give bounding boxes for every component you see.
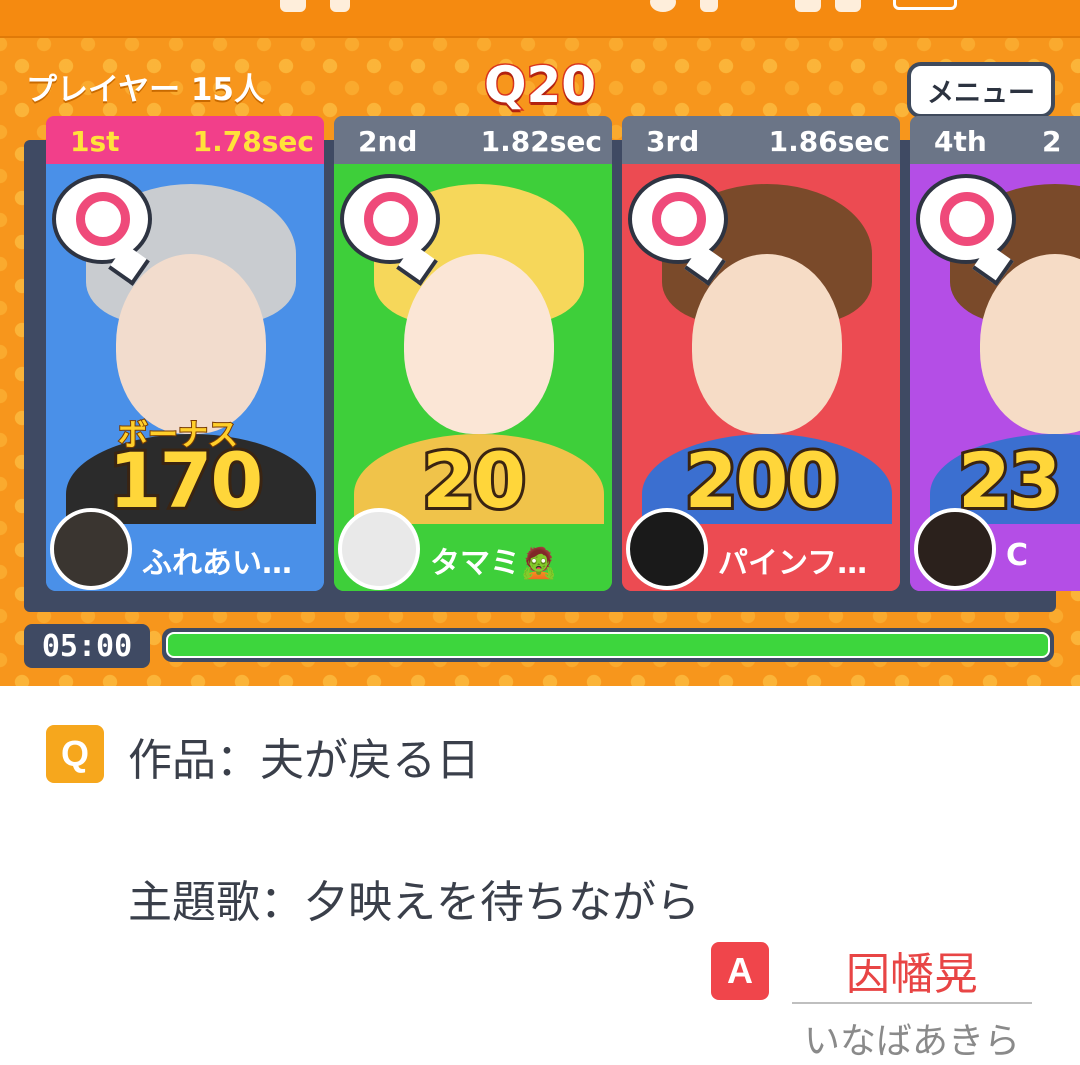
- answer-badge: A: [711, 942, 769, 1000]
- answer-time: 1.86sec: [768, 125, 890, 158]
- question-badge: Q: [46, 725, 104, 783]
- player-name: ふれあい…: [142, 546, 292, 581]
- rank-label: 2nd: [358, 125, 418, 158]
- avatar: [626, 508, 708, 590]
- card-body: 200 パインフ…: [622, 164, 900, 591]
- name-strip: ふれあい…: [46, 508, 324, 591]
- name-strip: タマミ🧟: [334, 508, 612, 591]
- card-header: 1st 1.78sec: [46, 116, 324, 166]
- x-app-icon: [330, 0, 350, 12]
- answer-reading: いなばあきら: [803, 1021, 1020, 1062]
- question-text-line1: 作品：夫が戻る日: [128, 735, 480, 786]
- player-card-3[interactable]: 3rd 1.86sec 200 パインフ…: [622, 116, 900, 591]
- rank-label: 3rd: [646, 125, 700, 158]
- card-body: 23 C: [910, 164, 1080, 591]
- card-header: 3rd 1.86sec: [622, 116, 900, 166]
- card-header: 4th 2: [910, 116, 1080, 166]
- answer-text: 因幡晃: [846, 949, 978, 1000]
- answer-time: 2: [1042, 125, 1062, 158]
- status-bar: [0, 0, 1080, 38]
- player-name: C: [1006, 538, 1029, 573]
- player-card-2[interactable]: 2nd 1.82sec 20 タマミ🧟: [334, 116, 612, 591]
- alarm-icon: [650, 0, 676, 12]
- name-strip: パインフ…: [622, 508, 900, 591]
- signal-icon: [835, 0, 861, 12]
- avatar: [914, 508, 996, 590]
- time-progress-fill: [166, 632, 1050, 658]
- answer-time: 1.78sec: [192, 125, 314, 158]
- question-text-line2: 主題歌：夕映えを待ちながら: [128, 877, 700, 928]
- avatar: [338, 508, 420, 590]
- lte-icon: [795, 0, 821, 12]
- player-card-1[interactable]: 1st 1.78sec ボーナス 170 ふれあい…: [46, 116, 324, 591]
- game-area: プレイヤー 15人 Q20 メニュー 1st 1.78sec ボーナス 170 …: [0, 0, 1080, 686]
- player-name: タマミ🧟: [430, 546, 558, 581]
- card-header: 2nd 1.82sec: [334, 116, 612, 166]
- bluetooth-icon: [700, 0, 718, 12]
- menu-button[interactable]: メニュー: [907, 62, 1055, 118]
- correct-mark-icon: [52, 174, 152, 264]
- rank-label: 4th: [934, 125, 987, 158]
- time-progress-bar: [162, 628, 1054, 662]
- correct-mark-icon: [916, 174, 1016, 264]
- rank-label: 1st: [70, 125, 120, 158]
- notification-icon: [280, 0, 306, 12]
- player-name: パインフ…: [718, 546, 868, 581]
- card-body: 20 タマミ🧟: [334, 164, 612, 591]
- correct-mark-icon: [628, 174, 728, 264]
- question-panel: Q 作品：夫が戻る日 主題歌：夕映えを待ちながら A 因幡晃 いなばあきら: [0, 686, 1080, 1065]
- player-card-4[interactable]: 4th 2 23 C: [910, 116, 1080, 591]
- answer-time: 1.82sec: [480, 125, 602, 158]
- battery-icon: [893, 0, 957, 10]
- name-strip: C: [910, 508, 1080, 591]
- correct-mark-icon: [340, 174, 440, 264]
- player-count: プレイヤー 15人: [26, 72, 266, 108]
- card-body: ボーナス 170 ふれあい…: [46, 164, 324, 591]
- question-number: Q20: [482, 55, 597, 116]
- answer-divider: [792, 1002, 1032, 1004]
- avatar: [50, 508, 132, 590]
- player-score: 23: [955, 433, 1065, 528]
- timer: 05:00: [24, 624, 150, 668]
